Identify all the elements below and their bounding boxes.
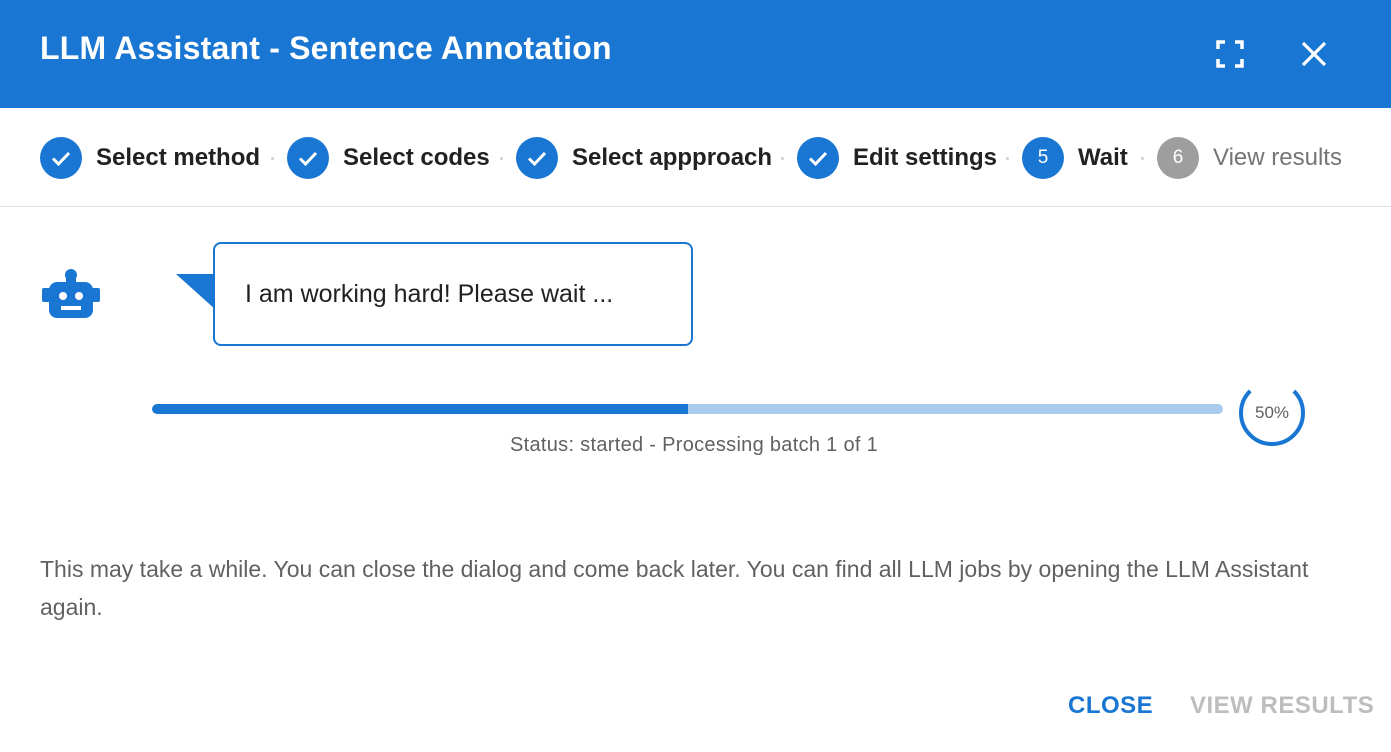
- step-number: 6: [1157, 137, 1199, 179]
- llm-assistant-dialog: LLM Assistant - Sentence Annotation Sele…: [0, 0, 1391, 752]
- step-number: 5: [1022, 137, 1064, 179]
- step-view-results: 6 View results: [1157, 137, 1342, 179]
- fullscreen-icon: [1216, 40, 1244, 68]
- step-label: Select codes: [343, 144, 490, 171]
- step-separator: [1006, 157, 1009, 160]
- step-select-method: Select method: [40, 137, 260, 179]
- speech-bubble: I am working hard! Please wait ...: [213, 242, 693, 346]
- step-wait: 5 Wait: [1022, 137, 1128, 179]
- check-icon: [287, 137, 329, 179]
- progress-bar-fill: [152, 404, 688, 414]
- dialog-title: LLM Assistant - Sentence Annotation: [40, 30, 612, 66]
- progress-percent: 50%: [1254, 403, 1290, 422]
- step-label: Wait: [1078, 144, 1128, 171]
- step-label: View results: [1213, 144, 1342, 171]
- check-icon: [797, 137, 839, 179]
- progress-bar: [152, 404, 1223, 414]
- close-icon: [1301, 41, 1327, 67]
- stepper: Select method Select codes Select apppro…: [0, 108, 1391, 207]
- fullscreen-button[interactable]: [1210, 34, 1250, 74]
- step-label: Edit settings: [853, 144, 998, 171]
- status-text: Status: started - Processing batch 1 of …: [509, 434, 879, 456]
- step-separator: [1141, 157, 1144, 160]
- step-separator: [781, 157, 784, 160]
- check-icon: [40, 137, 82, 179]
- progress-ring: 50%: [1236, 377, 1308, 449]
- dialog-close-button[interactable]: [1294, 34, 1334, 74]
- view-results-button[interactable]: VIEW RESULTS: [1190, 686, 1374, 726]
- check-icon: [516, 137, 558, 179]
- assistant-message: I am working hard! Please wait ...: [245, 279, 614, 308]
- step-select-codes: Select codes: [287, 137, 490, 179]
- step-label: Select method: [96, 144, 261, 171]
- speech-bubble-tail: [176, 274, 216, 310]
- step-separator: [271, 157, 274, 160]
- step-separator: [500, 157, 503, 160]
- step-select-approach: Select appproach: [516, 137, 772, 179]
- robot-icon: [42, 269, 100, 318]
- info-text: This may take a while. You can close the…: [40, 556, 1309, 620]
- step-label: Select appproach: [572, 144, 773, 171]
- close-button[interactable]: CLOSE: [1068, 686, 1153, 726]
- dialog-header: LLM Assistant - Sentence Annotation: [0, 0, 1391, 108]
- step-edit-settings: Edit settings: [797, 137, 997, 179]
